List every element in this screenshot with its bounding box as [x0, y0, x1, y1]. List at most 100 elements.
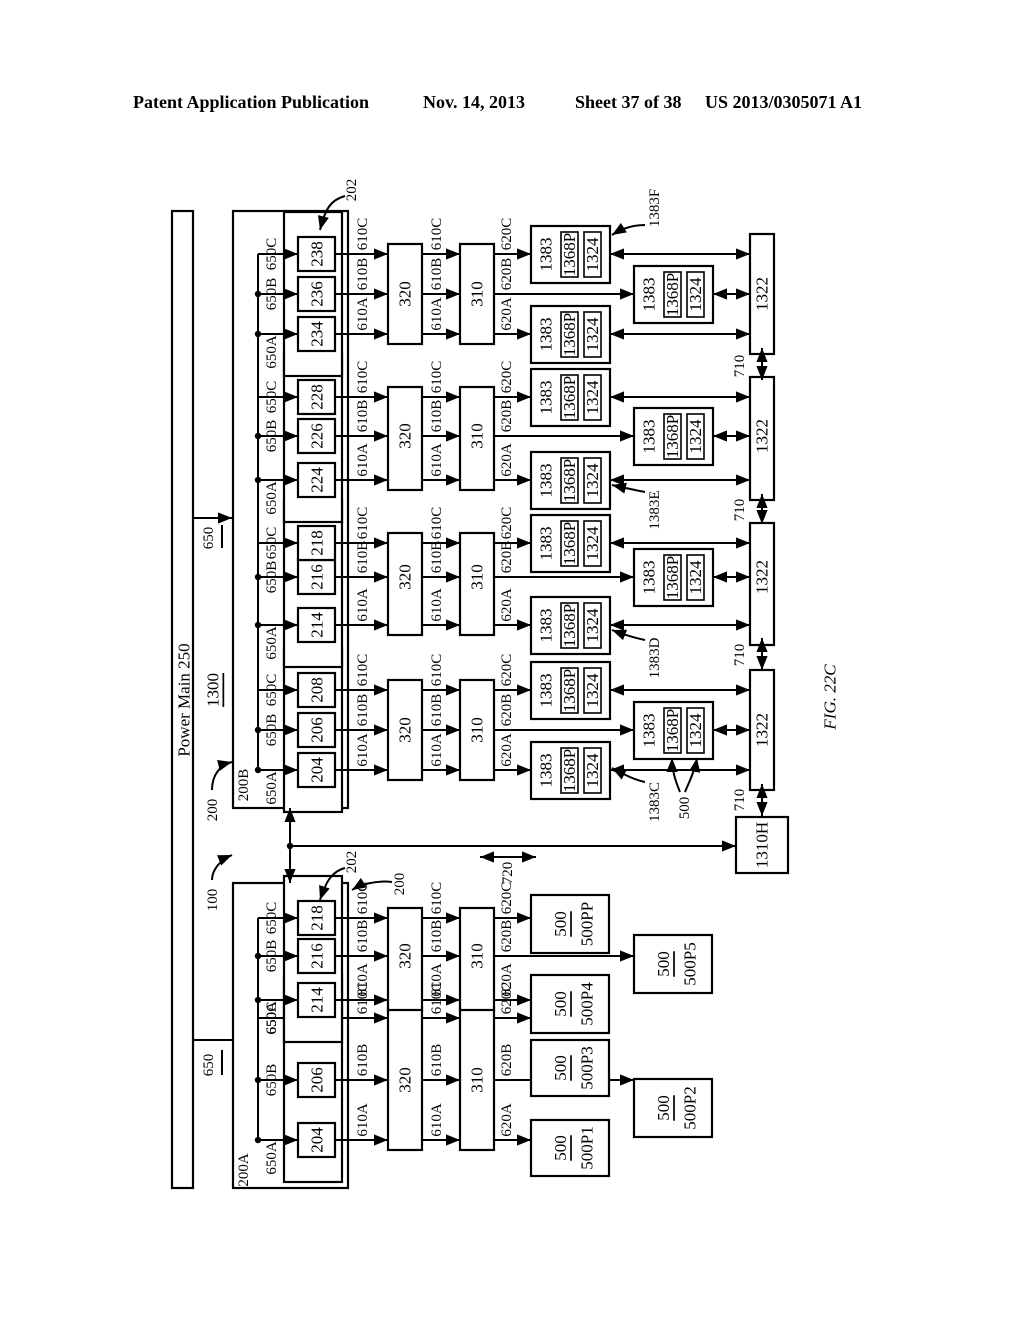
load-1383-b0-1324: 1324	[686, 713, 705, 748]
load-1383-c0-1324: 1324	[583, 673, 602, 708]
label-610A-b: 610A	[429, 443, 445, 477]
label-710-1: 710	[732, 644, 748, 667]
converter-label-320: 320	[396, 1067, 415, 1093]
label-620B: 620B	[499, 920, 515, 953]
figure-caption: FIG. 22C	[821, 664, 840, 731]
label-610A: 610A	[355, 733, 371, 767]
load-1383-c1-1383: 1383	[537, 527, 556, 561]
load-1383-c3-1383: 1383	[537, 238, 556, 272]
load-500PP-ref500: 500	[551, 911, 570, 937]
label-620B: 620B	[499, 258, 515, 291]
label-610B: 610B	[355, 258, 371, 291]
leader-500-b	[684, 757, 701, 793]
load-1383-c1-1368P: 1368P	[560, 522, 579, 565]
label-650A: 650A	[264, 481, 280, 515]
module-label-234: 234	[308, 321, 327, 347]
label-650B: 650B	[264, 561, 280, 594]
label-610A-b: 610A	[429, 1103, 445, 1137]
leader-100	[211, 854, 233, 881]
label-610C-b: 610C	[429, 882, 445, 915]
label-610C: 610C	[355, 218, 371, 251]
switch-label-310: 310	[468, 281, 487, 307]
label-650C: 650C	[264, 381, 280, 414]
label-610B: 610B	[355, 1044, 371, 1077]
label-620C: 620C	[499, 654, 515, 687]
ref-650-a: 650	[201, 1054, 217, 1077]
label-610A: 610A	[355, 1103, 371, 1137]
load-1383-a3-1368P: 1368P	[560, 313, 579, 356]
load-500P4-label: 500P4	[578, 982, 597, 1026]
module-label-238: 238	[308, 241, 327, 267]
load-1383-c0-1368P: 1368P	[560, 669, 579, 712]
converter-label-320: 320	[396, 423, 415, 449]
bus-label-1322-2: 1322	[753, 419, 772, 453]
label-620A: 620A	[499, 1103, 515, 1137]
label-620C: 620C	[499, 361, 515, 394]
load-1383-b3-1368P: 1368P	[663, 273, 682, 316]
label-650B: 650B	[264, 940, 280, 973]
load-1383-b1-1368P: 1368P	[663, 556, 682, 599]
converter-label-320: 320	[396, 717, 415, 743]
label-610A-b: 610A	[429, 963, 445, 997]
callout-1383E: 1383E	[647, 490, 663, 529]
label-650C: 650C	[264, 902, 280, 935]
load-500PP-label: 500PP	[578, 902, 597, 946]
system-label-1300: 1300	[204, 673, 223, 707]
load-500P3-label: 500P3	[578, 1046, 597, 1089]
load-1383-c3-1324: 1324	[583, 237, 602, 272]
label-610B-b: 610B	[429, 920, 445, 953]
label-610C-b: 610C	[429, 654, 445, 687]
label-620C: 620C	[499, 882, 515, 915]
switch-label-310: 310	[468, 423, 487, 449]
module-label-216: 216	[308, 943, 327, 969]
label-650B: 650B	[264, 1064, 280, 1097]
callout-500: 500	[677, 797, 693, 820]
label-610A: 610A	[355, 588, 371, 622]
load-1383-a2-1383: 1383	[537, 464, 556, 498]
callout-1383F: 1383F	[647, 189, 663, 227]
load-1383-c1-1324: 1324	[583, 526, 602, 561]
label-620C: 620C	[499, 507, 515, 540]
label-710-0: 710	[732, 789, 748, 812]
load-1383-c2-1324: 1324	[583, 380, 602, 415]
label-610A: 610A	[355, 443, 371, 477]
label-620A: 620A	[499, 443, 515, 477]
module-label-208: 208	[308, 677, 327, 703]
switch-label-310: 310	[468, 1067, 487, 1093]
label-610C: 610C	[355, 507, 371, 540]
leader-200-b	[211, 759, 233, 791]
module-label-218: 218	[308, 905, 327, 931]
label-620A: 620A	[499, 733, 515, 767]
label-610B-b: 610B	[429, 258, 445, 291]
callout-1383C: 1383C	[647, 782, 663, 822]
load-500P3-ref500: 500	[551, 1055, 570, 1081]
label-620A: 620A	[499, 588, 515, 622]
power-main-label: Power Main 250	[175, 643, 194, 756]
load-1383-c0-1383: 1383	[537, 674, 556, 708]
load-1383-b0-1383: 1383	[640, 714, 659, 748]
label-650A: 650A	[264, 1141, 280, 1175]
label-610A: 610A	[355, 963, 371, 997]
label-710-2: 710	[732, 499, 748, 522]
label-620A: 620A	[499, 297, 515, 331]
label-650C: 650C	[264, 238, 280, 271]
label-610C-b: 610C	[429, 507, 445, 540]
module-label-206: 206	[308, 1067, 327, 1093]
label-610B: 610B	[355, 541, 371, 574]
load-500P4-ref500: 500	[551, 991, 570, 1017]
converter-label-320: 320	[396, 564, 415, 590]
label-610A-b: 610A	[429, 297, 445, 331]
label-620B: 620B	[499, 400, 515, 433]
label-610C: 610C	[355, 654, 371, 687]
label-610A-b: 610A	[429, 733, 445, 767]
hub-label-1310H: 1310H	[753, 822, 772, 868]
callout-1383D: 1383D	[647, 637, 663, 678]
load-1383-a0-1324: 1324	[583, 753, 602, 788]
load-1383-a1-1368P: 1368P	[560, 604, 579, 647]
ref-650-b: 650	[201, 527, 217, 550]
leader-1383D	[611, 629, 646, 641]
label-650B: 650B	[264, 278, 280, 311]
load-1383-a2-1368P: 1368P	[560, 459, 579, 502]
label-610A-b: 610A	[429, 588, 445, 622]
module-label-236: 236	[308, 281, 327, 307]
